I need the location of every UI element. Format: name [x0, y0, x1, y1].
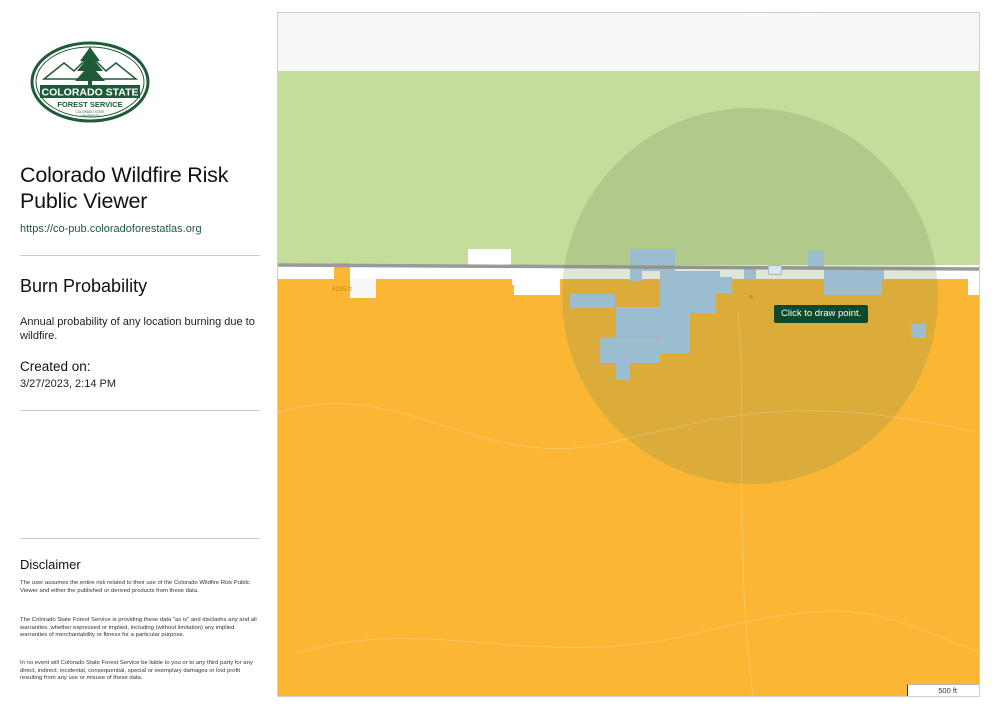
unburnable-patch [514, 279, 560, 295]
divider [20, 255, 260, 256]
csfs-logo-mark: COLORADO STATE FOREST SERVICE COLORADO S… [30, 41, 150, 123]
app-url-link[interactable]: https://co-pub.coloradoforestatlas.org [20, 223, 202, 235]
csfs-logo: COLORADO STATE FOREST SERVICE COLORADO S… [30, 41, 150, 123]
disclaimer-paragraph: In no event will Colorado State Forest S… [20, 660, 253, 682]
disclaimer-title: Disclaimer [20, 557, 81, 572]
logo-line1: COLORADO STATE [41, 87, 138, 99]
divider [20, 410, 260, 411]
layer-description: Annual probability of any location burni… [20, 316, 255, 342]
logo-line4: UNIVERSITY [80, 114, 100, 118]
draw-point-tooltip: Click to draw point. [774, 305, 869, 323]
created-date: 3/27/2023, 2:14 PM [20, 378, 117, 390]
map-layers [278, 13, 979, 696]
disclaimer-paragraph: The user assumes the entire risk related… [20, 580, 250, 594]
highway-shield-icon [768, 265, 782, 275]
disclaimer-paragraph: The Colorado State Forest Service is pro… [20, 617, 257, 639]
sidebar: COLORADO STATE FOREST SERVICE COLORADO S… [0, 0, 278, 719]
map-canvas[interactable]: 8285 ft Click to draw point. 500 ft [277, 12, 980, 697]
unburnable-patch [968, 279, 979, 295]
divider [20, 538, 260, 539]
logo-line2: FOREST SERVICE [57, 100, 122, 109]
unburnable-patch [468, 249, 511, 265]
created-label: Created on: [20, 359, 91, 374]
cursor-marker [749, 295, 753, 299]
scale-bar: 500 ft [907, 684, 979, 696]
app-title: Colorado Wildfire Risk Public Viewer [20, 163, 229, 213]
elevation-label: 8285 ft [332, 286, 352, 293]
layer-title: Burn Probability [20, 276, 148, 296]
